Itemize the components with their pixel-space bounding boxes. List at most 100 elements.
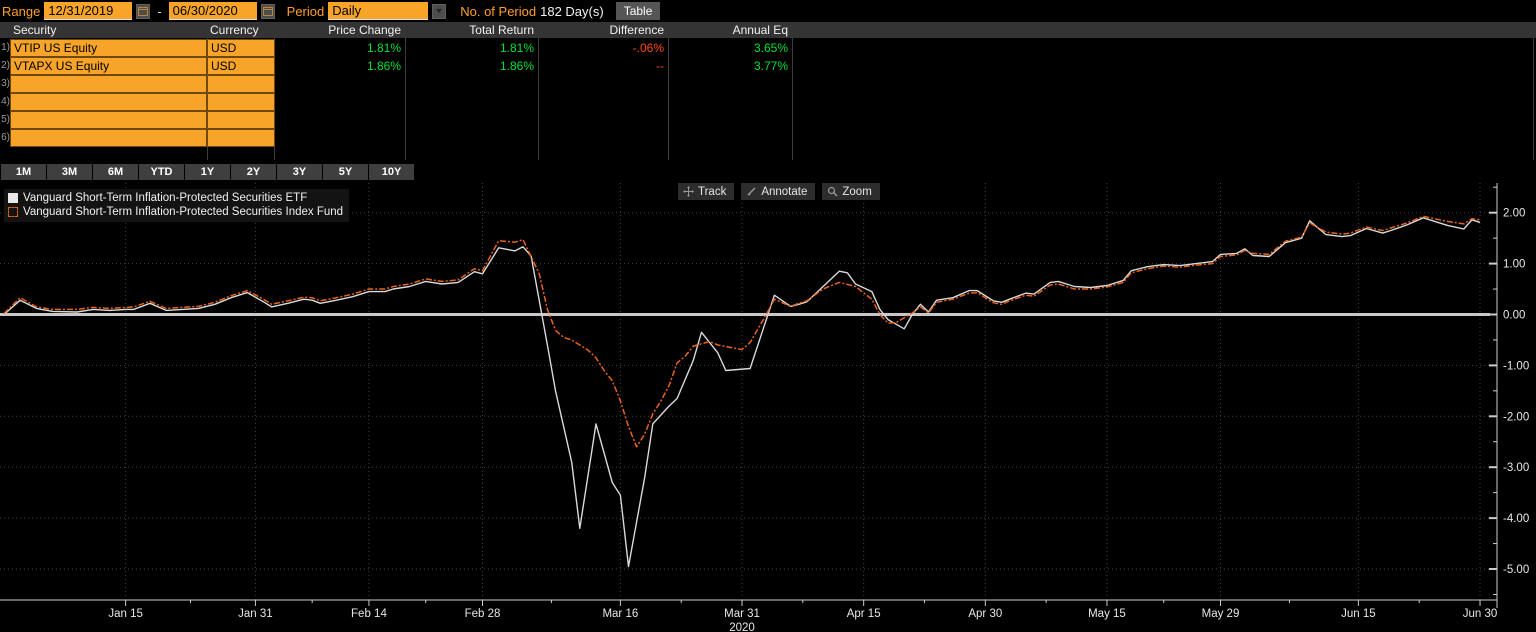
period-select[interactable]: Daily [328,2,429,20]
chevron-down-icon [436,9,443,13]
y-tick-label: 2.00 [1503,208,1525,220]
row-number: 1) [1,42,10,53]
column-header-currency[interactable]: Currency [210,23,259,37]
securities-table: Security Currency Price Change Total Return… [0,22,1536,160]
calendar-icon [262,6,273,16]
range-button-10y[interactable]: 10Y [369,164,414,180]
table-row: 4) [0,93,1536,111]
range-button-6m[interactable]: 6M [93,164,138,180]
annual-eq-value: 3.77% [753,59,788,73]
security-input[interactable] [10,129,207,147]
start-date-calendar-button[interactable] [136,3,151,19]
date-range-separator: - [157,3,162,19]
x-tick-label: Jun 15 [1341,608,1376,620]
track-move-icon [683,186,694,197]
range-button-1y[interactable]: 1Y [185,164,230,180]
y-tick-label: -3.00 [1503,462,1529,474]
column-header-difference[interactable]: Difference [610,23,664,37]
range-button-2y[interactable]: 2Y [231,164,276,180]
legend-label: Vanguard Short-Term Inflation-Protected … [23,192,308,204]
zoom-button-label: Zoom [842,185,872,198]
table-row: 5) [0,111,1536,129]
annual-eq-value: 3.65% [753,41,788,55]
range-button-3y[interactable]: 3Y [277,164,322,180]
legend-item-etf: Vanguard Short-Term Inflation-Protected … [8,191,343,205]
currency-input[interactable] [207,75,275,93]
x-axis-year-label: 2020 [729,622,755,632]
total-return-value: 1.81% [499,41,534,55]
period-dropdown-button[interactable] [432,3,447,19]
currency-input[interactable] [207,93,275,111]
x-tick-label: Apr 30 [968,608,1002,620]
total-return-value: 1.86% [499,59,534,73]
num-period-label: No. of Period [460,3,537,19]
range-button-ytd[interactable]: YTD [139,164,184,180]
y-tick-label: -1.00 [1503,360,1529,372]
range-button-3m[interactable]: 3M [47,164,92,180]
security-input[interactable] [10,111,207,129]
row-number: 5) [1,114,10,125]
legend-item-index-fund: Vanguard Short-Term Inflation-Protected … [8,205,343,219]
range-label: Range [2,3,41,19]
end-date-calendar-button[interactable] [260,3,275,19]
range-button-5y[interactable]: 5Y [323,164,368,180]
price-change-value: 1.86% [366,59,401,73]
x-tick-label: Feb 14 [351,608,387,620]
x-tick-label: Feb 28 [465,608,501,620]
end-date-input[interactable]: 06/30/2020 [168,2,257,20]
row-number: 4) [1,96,10,107]
time-range-bar: 1M 3M 6M YTD 1Y 2Y 3Y 5Y 10Y [1,164,414,180]
annotate-pencil-icon [747,187,756,196]
period-label: Period [286,3,325,19]
table-row: 1) VTIP US Equity USD 1.81% 1.81% -.06% 3.65% [0,39,1536,57]
x-tick-label: Mar 31 [724,608,760,620]
column-header-price-change[interactable]: Price Change [328,23,401,37]
zoom-button[interactable]: Zoom [822,183,880,200]
y-tick-label: 0.00 [1503,310,1525,322]
table-row: 6) [0,129,1536,147]
security-input[interactable] [10,93,207,111]
orange-dashed-swatch-icon [8,207,18,217]
chart-toolbar: Track Annotate Zoom [678,183,880,200]
currency-input[interactable] [207,111,275,129]
currency-input[interactable]: USD [207,39,275,57]
top-toolbar: Range 12/31/2019 - 06/30/2020 Period Dai… [0,0,1536,22]
security-input[interactable]: VTAPX US Equity [10,57,207,75]
x-tick-label: Apr 15 [847,608,881,620]
chart-legend: Vanguard Short-Term Inflation-Protected … [4,189,350,222]
y-tick-label: -2.00 [1503,411,1529,423]
row-number: 2) [1,60,10,71]
track-button-label: Track [698,185,727,198]
currency-input[interactable] [207,129,275,147]
calendar-icon [138,6,149,16]
x-tick-label: Jan 31 [238,608,273,620]
table-header-row: Security Currency Price Change Total Return… [0,22,1536,38]
column-header-annual-eq[interactable]: Annual Eq [733,23,788,37]
series-line-etf [3,217,1481,568]
chart-plot-area[interactable]: 2.00 1.00 0.00 -1.00 -2.00 -3.00 -4.00 -5.00 Jan… [0,181,1536,632]
security-input[interactable] [10,75,207,93]
column-header-security[interactable]: Security [13,23,56,37]
start-date-input[interactable]: 12/31/2019 [44,2,133,20]
track-button[interactable]: Track [678,183,735,200]
table-row: 2) VTAPX US Equity USD 1.86% 1.86% -- 3.77% [0,57,1536,75]
column-header-total-return[interactable]: Total Return [469,23,534,37]
comparison-chart: 2.00 1.00 0.00 -1.00 -2.00 -3.00 -4.00 -5.00 Jan… [0,181,1536,632]
comp-screen: Range 12/31/2019 - 06/30/2020 Period Dai… [0,0,1536,632]
table-button[interactable]: Table [615,2,661,20]
difference-value: -.06% [632,41,664,55]
table-row: 3) [0,75,1536,93]
difference-value: -- [656,59,664,73]
zoom-magnifier-icon [828,186,838,197]
annotate-button-label: Annotate [761,185,808,198]
range-button-1m[interactable]: 1M [1,164,46,180]
row-number: 6) [1,132,10,143]
white-solid-swatch-icon [8,193,18,203]
price-change-value: 1.81% [366,41,401,55]
annotate-button[interactable]: Annotate [741,183,816,200]
num-period-value: 182 Day(s) [540,3,604,19]
x-tick-label: Jun 30 [1463,608,1498,620]
currency-input[interactable]: USD [207,57,275,75]
row-number: 3) [1,78,10,89]
security-input[interactable]: VTIP US Equity [10,39,207,57]
